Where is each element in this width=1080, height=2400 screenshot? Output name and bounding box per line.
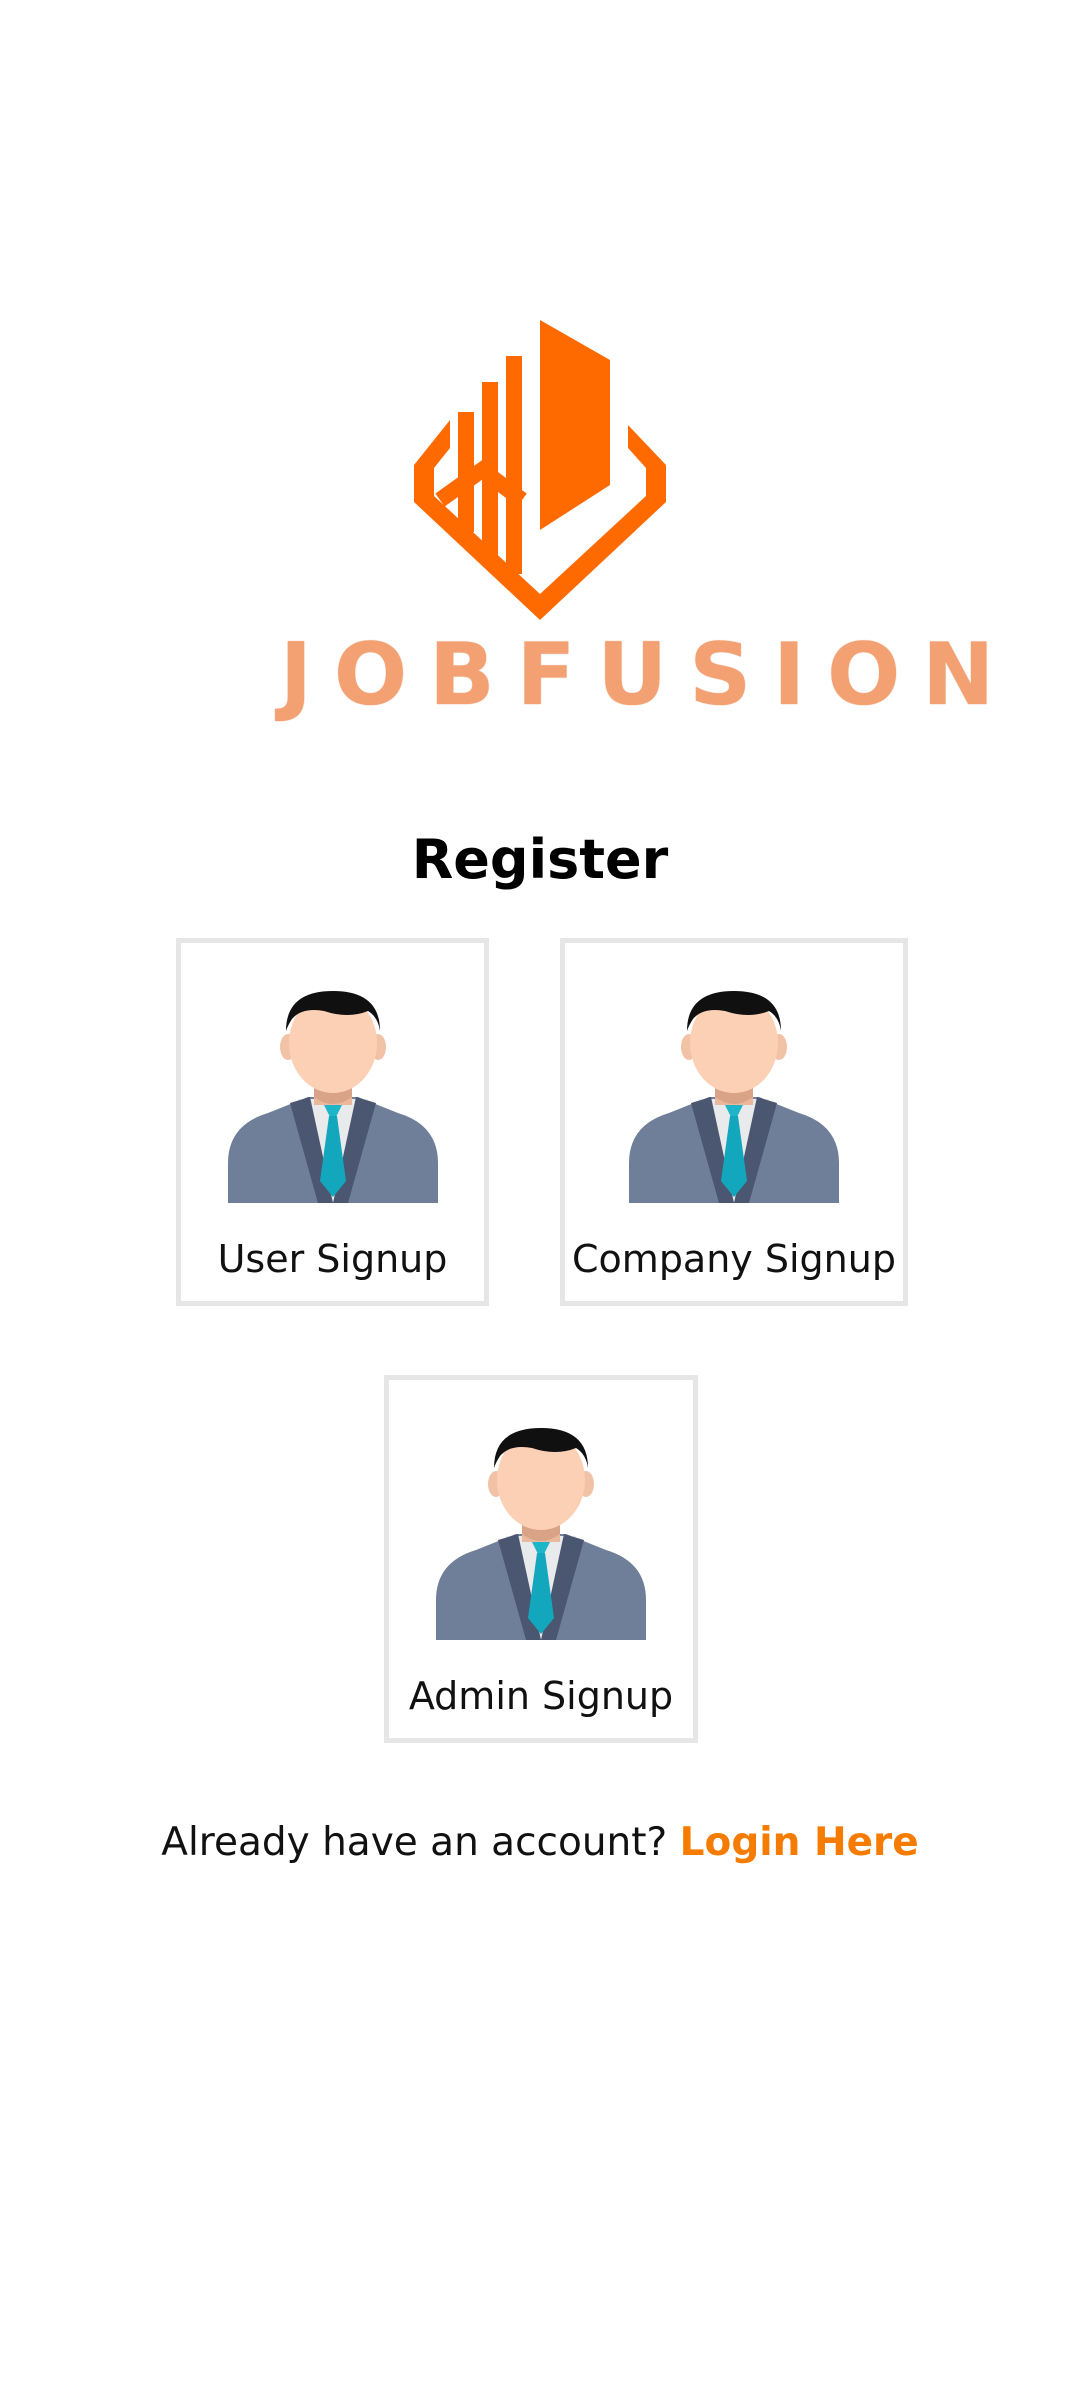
user-signup-label: User Signup <box>217 1237 448 1281</box>
brand-logo: JOBFUSION <box>280 320 1017 730</box>
building-logo-icon <box>414 320 666 620</box>
admin-signup-label: Admin Signup <box>408 1674 674 1718</box>
admin-signup-card[interactable]: Admin Signup <box>384 1375 698 1743</box>
company-signup-card[interactable]: Company Signup <box>560 938 908 1306</box>
company-signup-label: Company Signup <box>572 1237 896 1281</box>
login-link[interactable]: Login Here <box>680 1820 919 1865</box>
page-title: Register <box>411 828 669 891</box>
user-avatar-icon <box>228 985 438 1203</box>
admin-avatar-icon <box>436 1422 646 1640</box>
user-signup-card[interactable]: User Signup <box>176 938 489 1306</box>
login-prompt: Already have an account? Login Here <box>0 1815 1080 1871</box>
brand-wordmark: JOBFUSION <box>280 625 1017 725</box>
login-prompt-text: Already have an account? <box>161 1820 668 1865</box>
company-avatar-icon <box>629 985 839 1203</box>
